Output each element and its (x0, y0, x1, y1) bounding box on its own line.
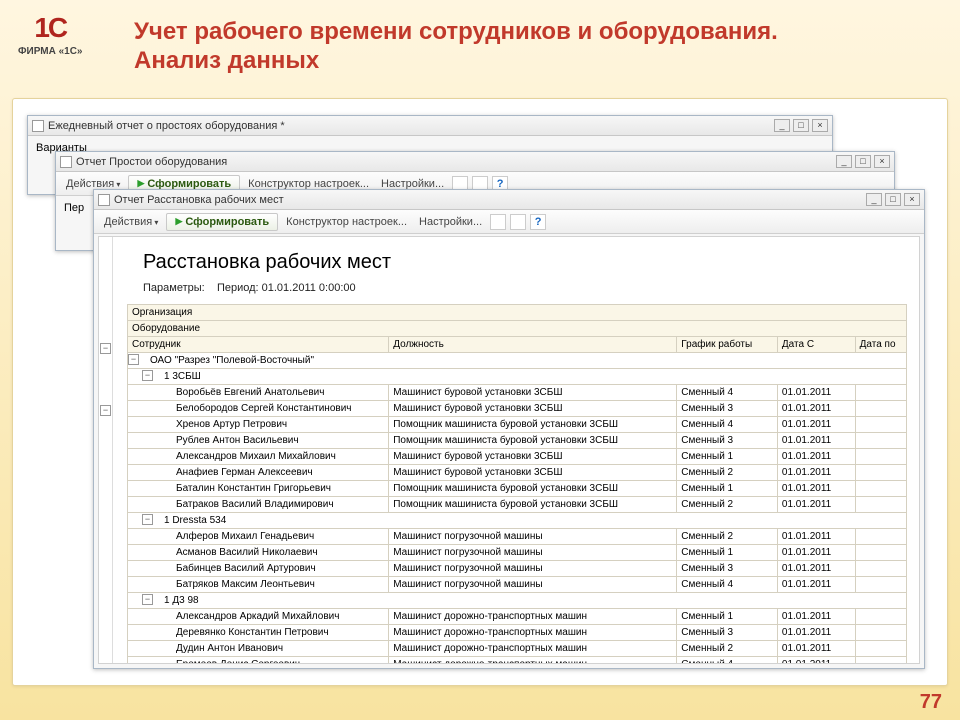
header-equipment: Оборудование (128, 321, 907, 337)
toolbar: Действия ▶Сформировать Конструктор настр… (94, 210, 924, 234)
table-row[interactable]: Дудин Антон ИвановичМашинист дорожно-тра… (128, 641, 907, 657)
col-position: Должность (389, 337, 677, 353)
maximize-button[interactable]: □ (855, 155, 871, 168)
table-row[interactable]: Асманов Василий НиколаевичМашинист погру… (128, 545, 907, 561)
expand-toggle[interactable]: − (142, 370, 153, 381)
window-icon (32, 120, 44, 132)
window-title-text: Отчет Простои оборудования (76, 156, 227, 168)
report-title: Расстановка рабочих мест (113, 237, 919, 280)
table-row[interactable]: Александров Аркадий МихайловичМашинист д… (128, 609, 907, 625)
col-employee: Сотрудник (128, 337, 389, 353)
col-date-to: Дата по (855, 337, 906, 353)
window-icon (60, 156, 72, 168)
col-schedule: График работы (677, 337, 778, 353)
close-button[interactable]: × (874, 155, 890, 168)
table-row[interactable]: Хренов Артур ПетровичПомощник машиниста … (128, 417, 907, 433)
report-table: Организация Оборудование Сотрудник Должн… (127, 304, 907, 664)
table-row[interactable]: Батряков Максим ЛеонтьевичМашинист погру… (128, 577, 907, 593)
equipment-row[interactable]: −1 Dressta 534 (128, 513, 907, 529)
expand-toggle[interactable]: − (128, 354, 139, 365)
window-workplace-report: Отчет Расстановка рабочих мест _ □ × Дей… (93, 189, 925, 669)
window-title-text: Ежедневный отчет о простоях оборудования… (48, 120, 285, 132)
logo-subtitle: ФИРМА «1С» (18, 46, 83, 57)
minimize-button[interactable]: _ (866, 193, 882, 206)
report-body: − − Расстановка рабочих мест Параметры: … (98, 236, 920, 664)
report-params: Параметры: Период: 01.01.2011 0:00:00 (113, 280, 919, 304)
table-row[interactable]: Деревянко Константин ПетровичМашинист до… (128, 625, 907, 641)
play-icon: ▶ (175, 216, 182, 227)
table-row[interactable]: Рублев Антон ВасильевичПомощник машинист… (128, 433, 907, 449)
window-title-text: Отчет Расстановка рабочих мест (114, 194, 284, 206)
constructor-settings-link[interactable]: Конструктор настроек... (282, 214, 411, 230)
equipment-row[interactable]: −1 Д3 98 (128, 593, 907, 609)
table-row[interactable]: Воробьёв Евгений АнатольевичМашинист бур… (128, 385, 907, 401)
expand-toggle[interactable]: − (142, 594, 153, 605)
run-button[interactable]: ▶Сформировать (166, 213, 278, 231)
maximize-button[interactable]: □ (885, 193, 901, 206)
window-titlebar[interactable]: Отчет Расстановка рабочих мест _ □ × (94, 190, 924, 210)
window-icon (98, 194, 110, 206)
window-titlebar[interactable]: Ежедневный отчет о простоях оборудования… (28, 116, 832, 136)
content-card: Ежедневный отчет о простоях оборудования… (12, 98, 948, 686)
window-titlebar[interactable]: Отчет Простои оборудования _ □ × (56, 152, 894, 172)
table-row[interactable]: Еремеев Денис СергеевичМашинист дорожно-… (128, 657, 907, 665)
slide-number: 77 (920, 691, 942, 714)
play-icon: ▶ (137, 178, 144, 189)
brand-logo: 1C ФИРМА «1С» (18, 12, 83, 57)
close-button[interactable]: × (904, 193, 920, 206)
collapse-toggle[interactable]: − (100, 405, 111, 416)
settings-link[interactable]: Настройки... (415, 214, 486, 230)
header-organization: Организация (128, 305, 907, 321)
table-row[interactable]: Батраков Василий ВладимировичПомощник ма… (128, 497, 907, 513)
close-button[interactable]: × (812, 119, 828, 132)
actions-menu[interactable]: Действия (100, 214, 162, 230)
expand-toggle[interactable]: − (142, 514, 153, 525)
table-row[interactable]: Белобородов Сергей КонстантиновичМашинис… (128, 401, 907, 417)
minimize-button[interactable]: _ (836, 155, 852, 168)
maximize-button[interactable]: □ (793, 119, 809, 132)
page-title: Учет рабочего времени сотрудников и обор… (134, 18, 834, 76)
col-date-from: Дата С (777, 337, 855, 353)
help-icon[interactable]: ? (530, 214, 546, 230)
table-row[interactable]: Баталин Константин ГригорьевичПомощник м… (128, 481, 907, 497)
table-row[interactable]: Бабинцев Василий АртуровичМашинист погру… (128, 561, 907, 577)
table-row[interactable]: Александров Михаил МихайловичМашинист бу… (128, 449, 907, 465)
equipment-row[interactable]: −1 3СБШ (128, 369, 907, 385)
org-row[interactable]: −ОАО "Разрез "Полевой-Восточный" (128, 353, 907, 369)
logo-text: 1C (18, 12, 83, 44)
table-row[interactable]: Алферов Михаил ГенадьевичМашинист погруз… (128, 529, 907, 545)
collapse-toggle[interactable]: − (100, 343, 111, 354)
table-row[interactable]: Анафиев Герман АлексеевичМашинист бурово… (128, 465, 907, 481)
minimize-button[interactable]: _ (774, 119, 790, 132)
toolbar-icon[interactable] (510, 214, 526, 230)
outline-gutter: − − (99, 237, 113, 663)
toolbar-icon[interactable] (490, 214, 506, 230)
